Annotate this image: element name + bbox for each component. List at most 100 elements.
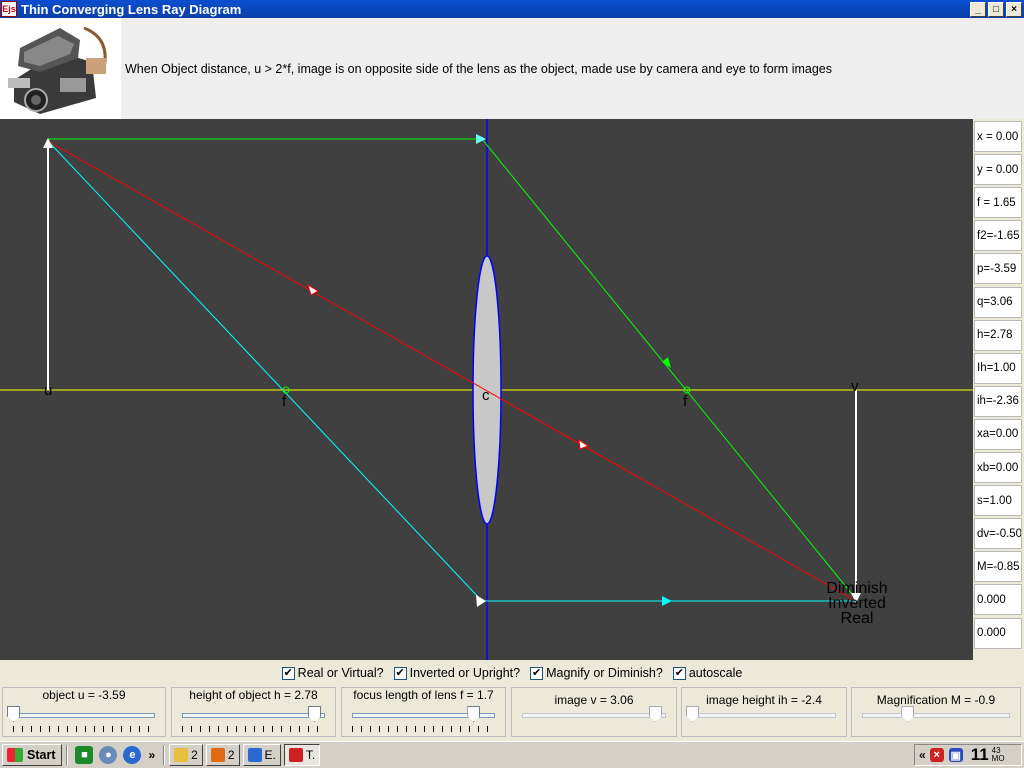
image-type-label: Real — [841, 610, 874, 627]
readout-field[interactable]: h=2.78 — [974, 319, 1022, 351]
task-label: 2 — [227, 748, 235, 762]
checkbox-label: Inverted or Upright? — [409, 666, 521, 680]
option-checkbox[interactable]: ✔ Magnify or Diminish? — [530, 662, 663, 684]
task-button[interactable]: T. — [283, 744, 321, 766]
parallel-ray — [48, 138, 857, 600]
ie-icon — [247, 748, 262, 762]
checkbox-box[interactable]: ✔ — [393, 666, 407, 680]
readout-field[interactable]: f2=-1.65 — [974, 220, 1022, 252]
readout-field[interactable]: ih=-2.36 — [974, 385, 1022, 417]
task-label: T. — [305, 748, 316, 762]
readout-field[interactable]: Ih=1.00 — [974, 352, 1022, 384]
task-label: 2 — [191, 748, 198, 762]
slider-label: image v = 3.06 — [554, 693, 634, 707]
focus-label-left: f — [282, 393, 287, 410]
description-text: When Object distance, u > 2*f, image is … — [125, 62, 832, 76]
task-button[interactable]: 2 — [205, 744, 240, 766]
option-checkbox[interactable]: ✔ Inverted or Upright? — [393, 662, 521, 684]
title-bar: Ejs Thin Converging Lens Ray Diagram _ □… — [0, 0, 1024, 18]
readout-field[interactable]: xa=0.00 — [974, 418, 1022, 450]
start-button[interactable]: Start — [2, 744, 63, 766]
quicklaunch-green-app-icon[interactable]: ■ — [75, 746, 94, 764]
clock-detail: 43 MO — [992, 747, 1005, 763]
slider-label: image height ih = -2.4 — [706, 693, 822, 707]
security-shield-icon[interactable]: × — [929, 748, 944, 762]
slider-track[interactable] — [862, 713, 1010, 718]
readout-field[interactable]: p=-3.59 — [974, 253, 1022, 285]
quicklaunch-ie-icon[interactable]: e — [123, 746, 142, 764]
network-icon[interactable]: ▣ — [948, 748, 963, 762]
slider-panel: object u = -3.59 — [2, 687, 166, 737]
slider-thumb[interactable] — [901, 706, 915, 722]
taskbar-separator — [66, 745, 69, 765]
ejs-icon — [288, 748, 303, 762]
task-label: E. — [264, 748, 276, 762]
focus-ray-arrow — [476, 595, 486, 607]
option-checkbox[interactable]: ✔ Real or Virtual? — [281, 662, 384, 684]
readout-field[interactable]: M=-0.85 — [974, 551, 1022, 583]
slider-thumb[interactable] — [649, 706, 662, 722]
clock-hour[interactable]: 11 — [971, 745, 989, 765]
task-button[interactable]: E. — [242, 744, 281, 766]
slider-thumb[interactable] — [7, 706, 20, 722]
readout-field[interactable]: q=3.06 — [974, 286, 1022, 318]
header-panel: When Object distance, u > 2*f, image is … — [0, 18, 1024, 119]
slider-track[interactable] — [13, 713, 155, 718]
close-button[interactable]: × — [1006, 1, 1022, 17]
checkbox-label: autoscale — [688, 666, 743, 680]
slider-label: focus length of lens f = 1.7 — [353, 688, 494, 702]
slider-panel: focus length of lens f = 1.7 — [341, 687, 506, 737]
checkbox-label: Real or Virtual? — [297, 666, 384, 680]
quicklaunch-globe-icon[interactable]: ● — [99, 746, 118, 764]
readout-field[interactable]: 0.000 — [974, 584, 1022, 616]
slider-thumb[interactable] — [686, 706, 699, 722]
slider-track[interactable] — [692, 713, 836, 718]
readout-field[interactable]: s=1.00 — [974, 485, 1022, 517]
slider-thumb[interactable] — [308, 706, 321, 722]
slider-thumb[interactable] — [467, 706, 481, 722]
slider-track[interactable] — [522, 713, 666, 718]
tray-expand-icon[interactable]: « — [919, 748, 926, 762]
slider-panel: height of object h = 2.78 — [171, 687, 336, 737]
slider-label: object u = -3.59 — [42, 688, 126, 702]
checkbox-box[interactable]: ✔ — [672, 666, 686, 680]
readout-field[interactable]: xb=0.00 — [974, 452, 1022, 483]
clock-period: MO — [991, 754, 1005, 763]
task-button[interactable]: 2 — [169, 744, 203, 766]
ray-diagram-canvas[interactable]: u f c f v Diminish Inverted Real — [0, 119, 973, 660]
slider-label: height of object h = 2.78 — [189, 688, 318, 702]
readout-field[interactable]: 0.000 — [974, 617, 1022, 649]
ray-diagram: u f c f v Diminish Inverted Real — [0, 119, 973, 660]
options-row: ✔ Real or Virtual? ✔ Inverted or Upright? ✔ M… — [0, 662, 1024, 684]
folder-icon — [174, 748, 189, 762]
slider-track[interactable] — [182, 713, 325, 718]
minimize-button[interactable]: _ — [970, 1, 986, 17]
checkbox-box[interactable]: ✔ — [281, 666, 295, 680]
slider-panel: image v = 3.06 — [511, 687, 677, 737]
system-tray: « × ▣ 11 43 MO — [914, 744, 1022, 766]
variable-readouts: x = 0.00 y = 0.00 f = 1.65 f2=-1.65 p=-3.59 q… — [973, 119, 1024, 660]
image-label: v — [851, 378, 859, 395]
quicklaunch-more-icon[interactable]: » — [148, 748, 155, 762]
firefox-icon — [210, 748, 225, 762]
start-label: Start — [27, 748, 56, 762]
readout-field[interactable]: dv=-0.50 — [974, 518, 1022, 550]
slider-panel: Magnification M = -0.9 — [851, 687, 1021, 737]
taskbar-separator-2 — [163, 745, 166, 765]
object-label: u — [44, 382, 52, 399]
camera-icon — [0, 18, 121, 119]
focus-ray-arrow-2 — [662, 596, 672, 606]
slider-panel: image height ih = -2.4 — [681, 687, 847, 737]
maximize-button[interactable]: □ — [988, 1, 1004, 17]
camera-image — [0, 18, 121, 119]
slider-ticks — [182, 726, 325, 732]
readout-field[interactable]: x = 0.00 — [974, 121, 1022, 152]
readout-field[interactable]: f = 1.65 — [974, 187, 1022, 219]
readout-field[interactable]: y = 0.00 — [974, 154, 1022, 186]
option-checkbox[interactable]: ✔ autoscale — [672, 662, 743, 684]
center-label: c — [482, 387, 490, 404]
taskbar: Start ■ ● e » 2 2 E. T. « × ▣ 11 43 MO — [0, 741, 1024, 768]
checkbox-box[interactable]: ✔ — [530, 666, 544, 680]
slider-label: Magnification M = -0.9 — [876, 693, 996, 707]
task-buttons: 2 2 E. T. — [169, 744, 323, 766]
